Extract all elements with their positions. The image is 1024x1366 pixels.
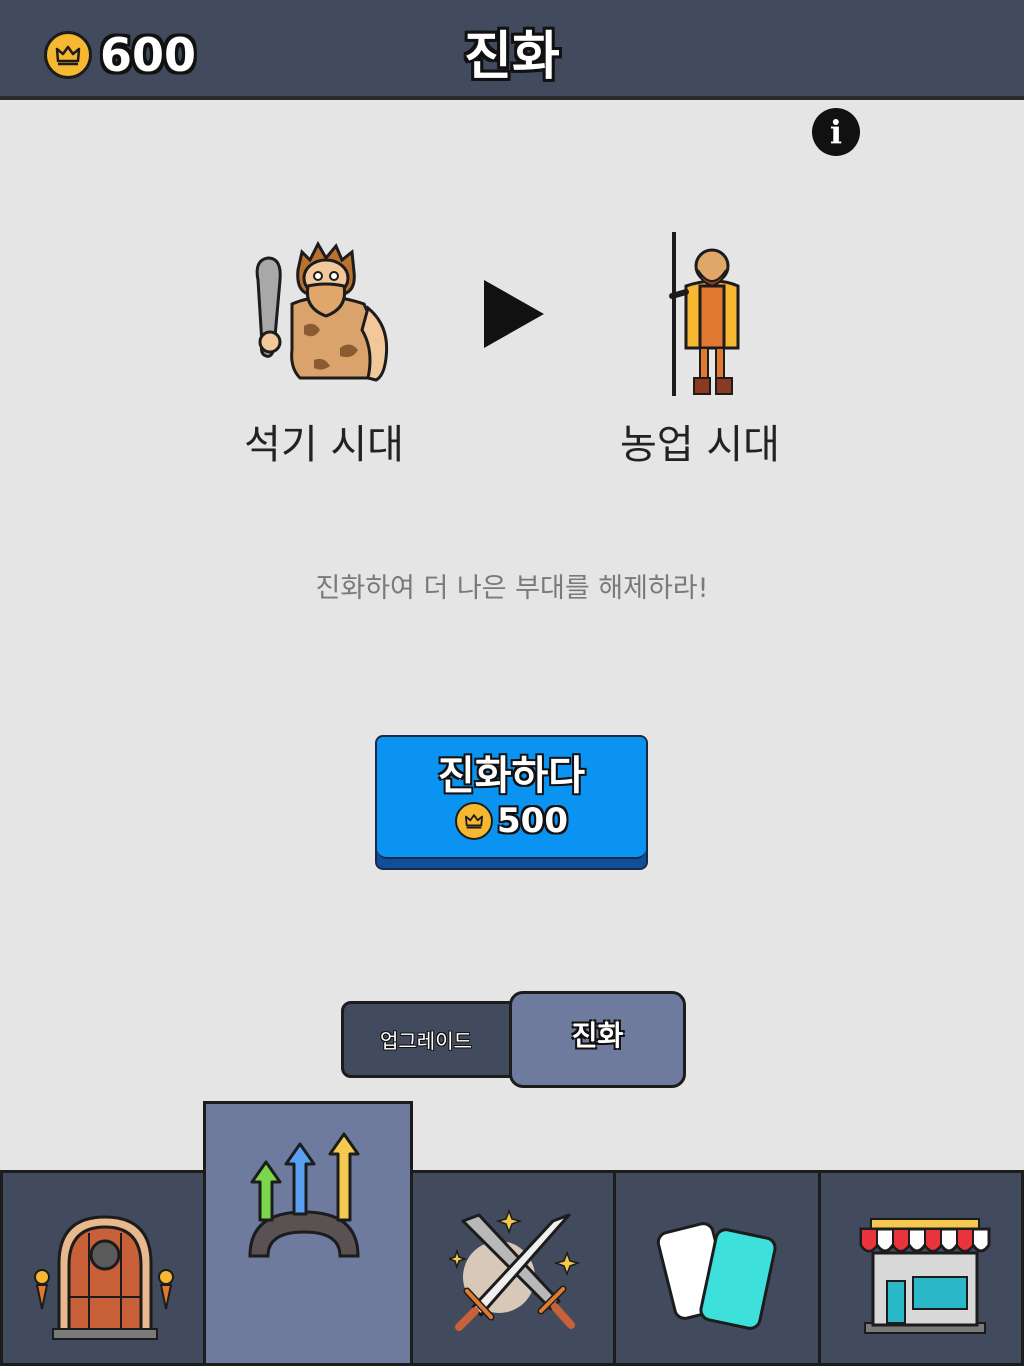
evolve-message: 진화하여 더 나은 부대를 해제하라! — [315, 573, 709, 604]
crossed-swords-icon — [449, 1208, 581, 1331]
next-era-label: 농업 시대 — [620, 422, 780, 468]
top-bar: 600 진화 — [0, 0, 1024, 100]
crown-coin-icon — [455, 802, 493, 840]
evolution-arrows-icon — [248, 1132, 360, 1258]
evolve-cost: 500 — [377, 801, 646, 841]
cards-icon — [656, 1222, 777, 1330]
nav-evolution[interactable] — [203, 1101, 413, 1366]
shop-icon — [859, 1218, 991, 1334]
nav-battle[interactable] — [410, 1170, 616, 1366]
evolve-button-label: 진화하다 — [437, 753, 586, 799]
farmer-icon — [669, 232, 740, 396]
nav-cards[interactable] — [613, 1170, 821, 1366]
current-era: 석기 시대 — [224, 230, 424, 470]
evolve-cost-value: 500 — [497, 801, 568, 841]
current-era-label: 석기 시대 — [244, 422, 404, 468]
nav-shop[interactable] — [818, 1170, 1024, 1366]
nav-home[interactable] — [0, 1170, 206, 1366]
evolve-button[interactable]: 진화하다 500 — [375, 735, 648, 870]
play-arrow-icon — [484, 280, 544, 348]
next-era: 농업 시대 — [600, 230, 800, 470]
info-icon: i — [829, 113, 843, 151]
page-title: 진화 — [464, 27, 560, 87]
tab-evolve[interactable]: 진화 — [509, 991, 686, 1088]
evolve-button-face: 진화하다 500 — [377, 737, 646, 859]
castle-door-icon — [34, 1215, 174, 1340]
caveman-icon — [255, 240, 389, 382]
info-button[interactable]: i — [812, 108, 860, 156]
